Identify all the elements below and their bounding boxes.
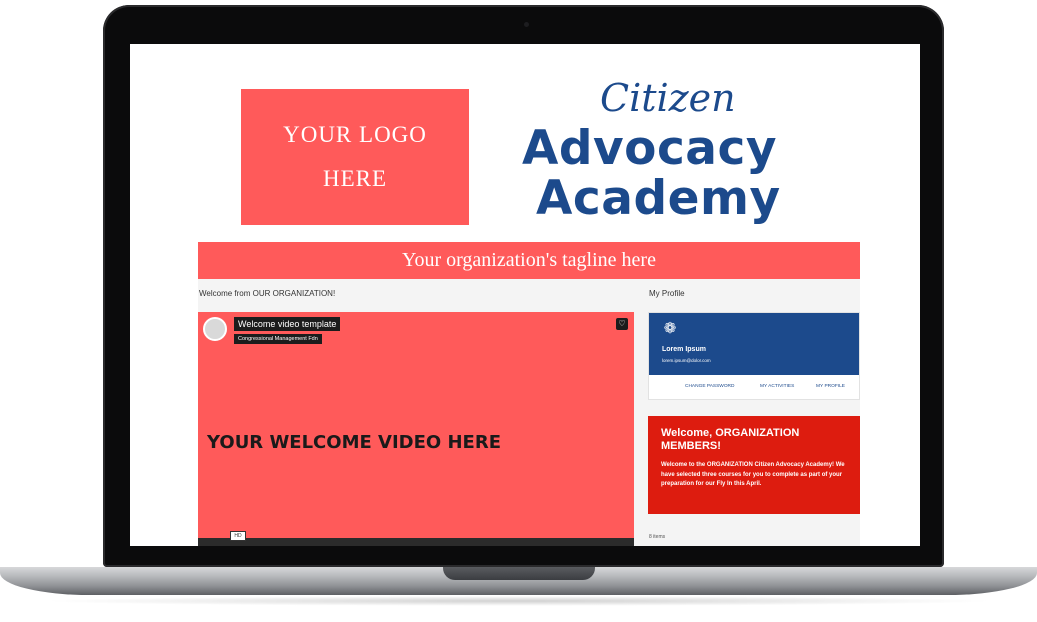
profile-section-label: My Profile — [649, 289, 685, 298]
my-profile-link[interactable]: MY PROFILE — [816, 384, 845, 389]
laptop-notch — [443, 567, 595, 580]
avatar-icon[interactable]: ❁ — [662, 321, 678, 337]
profile-card: ❁ Lorem Ipsum lorem.ipsum@dolor.com CHAN… — [648, 312, 860, 400]
heart-icon[interactable]: ♡ — [616, 318, 628, 330]
welcome-body: Welcome to the ORGANIZATION Citizen Advo… — [661, 462, 845, 487]
laptop-shadow — [40, 596, 997, 606]
tagline-text: Your organization's tagline here — [402, 249, 656, 271]
profile-links: CHANGE PASSWORD MY ACTIVITIES MY PROFILE — [649, 381, 859, 395]
screen: YOUR LOGO HERE Citizen Advocacy Academy … — [130, 44, 920, 546]
brand-script: Citizen — [600, 76, 736, 120]
welcome-title: Welcome, ORGANIZATION MEMBERS! — [661, 427, 800, 452]
academy-brand: Citizen Advocacy Academy — [508, 76, 828, 236]
channel-avatar[interactable] — [203, 317, 227, 341]
video-title[interactable]: Welcome video template — [234, 317, 341, 331]
my-activities-link[interactable]: MY ACTIVITIES — [760, 384, 794, 389]
logo-text-line2: HERE — [322, 166, 388, 191]
profile-email: lorem.ipsum@dolor.com — [662, 358, 711, 363]
profile-header: ❁ Lorem Ipsum lorem.ipsum@dolor.com — [649, 313, 859, 375]
content-area: Welcome from OUR ORGANIZATION! My Profil… — [198, 279, 860, 546]
academy-page: YOUR LOGO HERE Citizen Advocacy Academy … — [198, 56, 860, 546]
video-placeholder-text: YOUR WELCOME VIDEO HERE — [207, 432, 501, 453]
brand-line-advocacy: Advocacy — [522, 121, 778, 176]
items-count: 8 items — [649, 534, 666, 540]
video-channel[interactable]: Congressional Management Fdn — [234, 334, 322, 344]
tagline-bar: Your organization's tagline here — [198, 242, 860, 279]
change-password-link[interactable]: CHANGE PASSWORD — [685, 384, 734, 389]
hd-badge[interactable]: HD — [230, 531, 246, 541]
welcome-section-label: Welcome from OUR ORGANIZATION! — [199, 289, 336, 298]
page-header: YOUR LOGO HERE Citizen Advocacy Academy — [198, 56, 860, 236]
welcome-video-player[interactable]: Welcome video template Congressional Man… — [198, 312, 634, 546]
logo-placeholder: YOUR LOGO HERE — [241, 89, 469, 225]
camera-icon — [524, 22, 529, 27]
profile-name: Lorem Ipsum — [662, 346, 706, 353]
logo-text-line1: YOUR LOGO — [283, 122, 427, 147]
video-controls-bar[interactable] — [198, 538, 634, 546]
brand-line-academy: Academy — [536, 171, 781, 226]
welcome-card: Welcome, ORGANIZATION MEMBERS! Welcome t… — [648, 416, 860, 514]
